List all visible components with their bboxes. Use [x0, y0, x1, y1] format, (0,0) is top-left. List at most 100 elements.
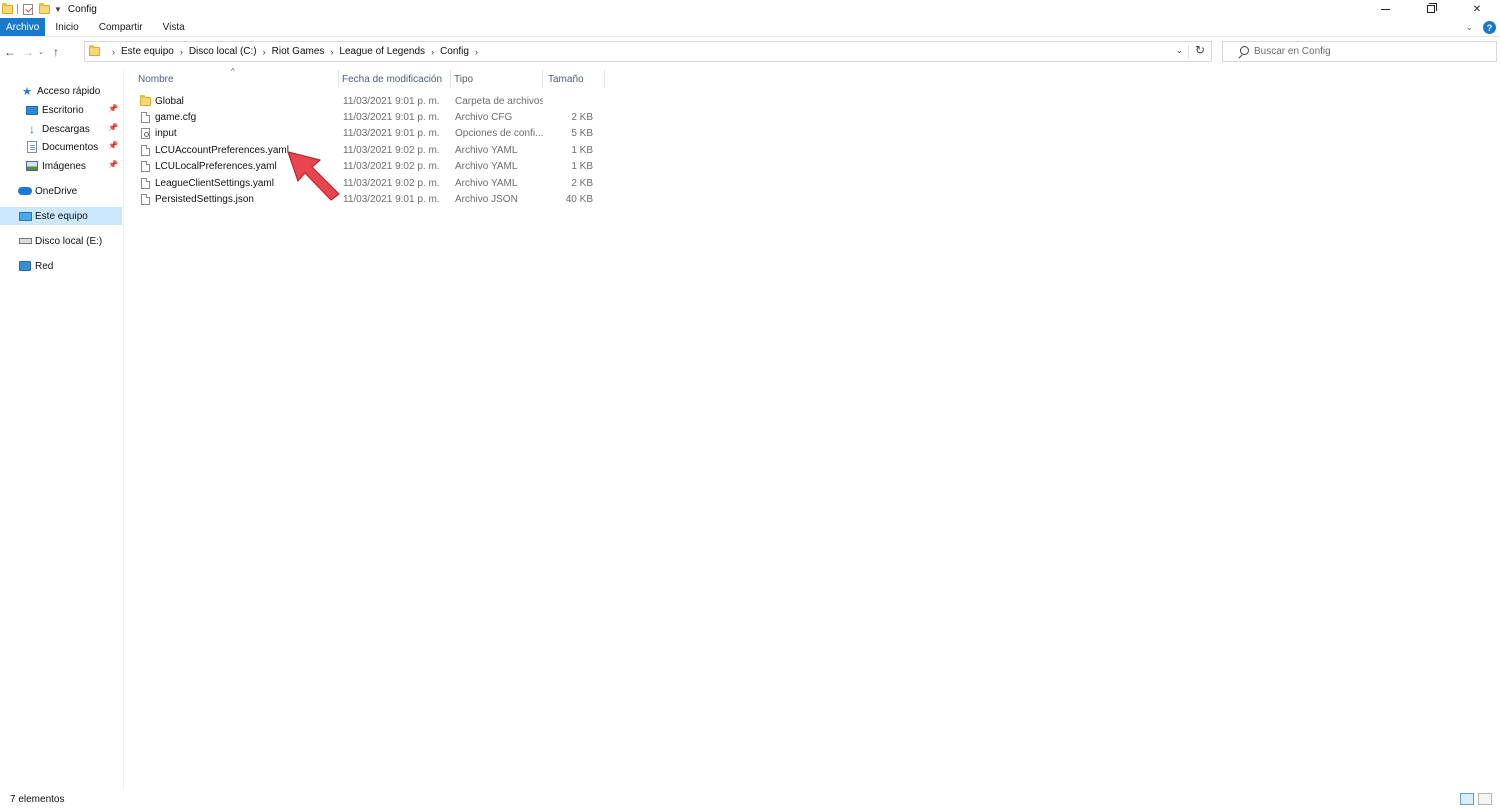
file-size: 2 KB [571, 177, 593, 189]
sidebar-item-onedrive[interactable]: OneDrive [0, 182, 122, 200]
folder-icon [140, 94, 151, 107]
quick-access-toolbar: ▼ [0, 0, 68, 18]
minimize-button[interactable] [1362, 0, 1408, 18]
sidebar-item-documentos[interactable]: Documentos 📌 [0, 138, 122, 156]
file-row[interactable]: input 11/03/2021 9:01 p. m. Opciones de … [125, 126, 593, 142]
details-view-icon[interactable] [1460, 793, 1474, 805]
tab-compartir[interactable]: Compartir [89, 18, 153, 36]
sidebar-item-imagenes[interactable]: Imágenes 📌 [0, 157, 122, 175]
chevron-right-icon[interactable]: › [431, 47, 434, 57]
pin-icon[interactable]: 📌 [108, 104, 118, 113]
file-type: Carpeta de archivos [455, 95, 543, 107]
file-type: Opciones de confi... [455, 128, 543, 140]
file-size: 1 KB [571, 144, 593, 156]
folder-icon[interactable] [1, 2, 13, 15]
file-row[interactable]: game.cfg 11/03/2021 9:01 p. m. Archivo C… [125, 109, 593, 125]
network-icon [18, 260, 32, 272]
tab-archivo[interactable]: Archivo [0, 18, 46, 36]
pin-icon[interactable]: 📌 [108, 141, 118, 150]
tab-vista[interactable]: Vista [153, 18, 195, 36]
expand-ribbon-icon[interactable]: ⌄ [1465, 22, 1473, 33]
search-icon [1237, 45, 1249, 58]
help-icon[interactable]: ? [1483, 21, 1496, 34]
drive-icon [18, 235, 32, 247]
file-row[interactable]: LeagueClientSettings.yaml 11/03/2021 9:0… [125, 175, 593, 191]
chevron-right-icon[interactable]: › [475, 47, 478, 57]
sidebar-item-red[interactable]: Red [0, 257, 122, 275]
file-icon [140, 161, 151, 173]
sidebar-item-este-equipo[interactable]: Este equipo [0, 207, 122, 225]
minimize-icon [1380, 8, 1390, 10]
sidebar-item-label: Este equipo [35, 210, 88, 222]
file-type: Archivo YAML [455, 161, 518, 173]
sidebar-item-label: Documentos [42, 141, 99, 153]
large-icons-view-icon[interactable] [1478, 793, 1492, 805]
cloud-icon [18, 185, 32, 197]
navigation-pane: ★ Acceso rápido Escritorio 📌 ↓ Descargas… [0, 70, 124, 790]
sidebar-item-label: Disco local (E:) [35, 235, 103, 247]
file-date: 11/03/2021 9:02 p. m. [343, 177, 440, 189]
tab-inicio[interactable]: Inicio [45, 18, 88, 36]
recent-locations-icon[interactable]: ⌄ [36, 42, 46, 62]
address-divider [1188, 45, 1189, 58]
file-date: 11/03/2021 9:01 p. m. [343, 194, 440, 206]
chevron-right-icon[interactable]: › [263, 47, 266, 57]
settings-file-icon [140, 128, 151, 140]
pin-icon[interactable]: 📌 [108, 160, 118, 169]
close-button[interactable]: ✕ [1454, 0, 1500, 18]
file-icon [140, 177, 151, 189]
window-title: Config [67, 3, 97, 15]
customize-toolbar-icon[interactable]: ▼ [54, 5, 62, 14]
file-row[interactable]: LCUAccountPreferences.yaml 11/03/2021 9:… [125, 142, 593, 158]
annotation-arrow-icon [287, 151, 340, 201]
file-row[interactable]: LCULocalPreferences.yaml 11/03/2021 9:02… [125, 159, 593, 175]
sidebar-item-disco-local-e[interactable]: Disco local (E:) [0, 232, 122, 250]
file-rows: Global 11/03/2021 9:01 p. m. Carpeta de … [125, 93, 593, 208]
sidebar-item-acceso-rapido[interactable]: ★ Acceso rápido [0, 82, 122, 100]
window-controls: ✕ [1362, 0, 1500, 18]
breadcrumb-config[interactable]: Config [440, 46, 469, 57]
search-box[interactable] [1222, 41, 1497, 62]
breadcrumb-este-equipo[interactable]: Este equipo [121, 46, 174, 57]
file-row[interactable]: PersistedSettings.json 11/03/2021 9:01 p… [125, 191, 593, 207]
sidebar-item-label: Acceso rápido [37, 85, 101, 97]
file-name: game.cfg [155, 112, 197, 124]
pin-icon[interactable]: 📌 [108, 123, 118, 132]
file-size: 40 KB [565, 194, 593, 206]
refresh-icon[interactable]: ↻ [1195, 43, 1205, 57]
file-name: Global [155, 95, 184, 107]
chevron-right-icon[interactable]: › [330, 47, 333, 57]
file-size: 2 KB [571, 112, 593, 124]
sidebar-item-escritorio[interactable]: Escritorio 📌 [0, 101, 122, 119]
column-header-size[interactable]: Tamaño [543, 70, 605, 88]
sidebar-item-label: Escritorio [42, 104, 84, 116]
images-icon [25, 160, 39, 172]
file-size: 1 KB [571, 161, 593, 173]
chevron-down-icon[interactable]: ⌄ [1175, 45, 1183, 56]
column-header-type[interactable]: Tipo [451, 70, 543, 88]
restore-button[interactable] [1408, 0, 1454, 18]
address-bar[interactable]: › Este equipo › Disco local (C:) › Riot … [84, 41, 1212, 62]
file-name: LeagueClientSettings.yaml [155, 177, 274, 189]
chevron-right-icon[interactable]: › [112, 47, 115, 57]
sidebar-item-descargas[interactable]: ↓ Descargas 📌 [0, 120, 122, 138]
forward-arrow-icon[interactable]: → [20, 42, 36, 62]
navigation-bar: ← → ⌄ ↑ › Este equipo › Disco local (C:)… [0, 39, 1500, 65]
desktop-icon [25, 104, 39, 116]
file-type: Archivo YAML [455, 177, 518, 189]
column-header-name[interactable]: Nombre [125, 70, 339, 88]
search-input[interactable] [1254, 46, 1484, 57]
file-date: 11/03/2021 9:01 p. m. [343, 112, 440, 124]
breadcrumb-league-of-legends[interactable]: League of Legends [339, 46, 425, 57]
properties-icon[interactable] [22, 3, 34, 15]
up-arrow-icon[interactable]: ↑ [48, 42, 64, 62]
back-arrow-icon[interactable]: ← [2, 42, 18, 62]
sidebar-item-label: Imágenes [42, 160, 86, 172]
item-count: 7 elementos [10, 793, 65, 805]
breadcrumb-riot-games[interactable]: Riot Games [272, 46, 325, 57]
breadcrumb-disco-local-c[interactable]: Disco local (C:) [189, 46, 257, 57]
new-folder-icon[interactable] [38, 2, 50, 15]
file-row[interactable]: Global 11/03/2021 9:01 p. m. Carpeta de … [125, 93, 593, 109]
column-header-date[interactable]: Fecha de modificación [339, 70, 451, 88]
chevron-right-icon[interactable]: › [180, 47, 183, 57]
